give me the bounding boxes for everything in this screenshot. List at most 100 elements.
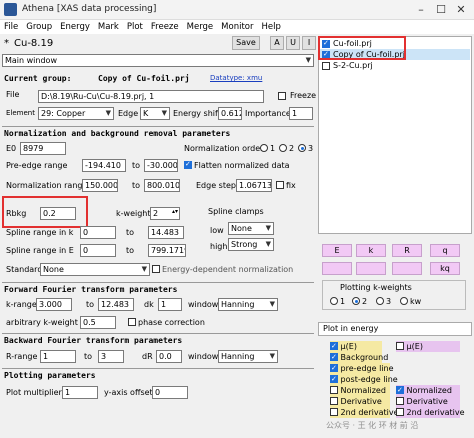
- mu-checkbox[interactable]: [330, 341, 338, 351]
- e0-field[interactable]: 8979: [20, 142, 66, 155]
- high-select[interactable]: Strong ▼: [228, 238, 274, 251]
- project-name: Cu-8.19: [14, 38, 54, 49]
- preedge-to-field[interactable]: -30.000: [144, 159, 178, 172]
- dr-field[interactable]: 0.0: [156, 350, 182, 363]
- preedge-checkbox[interactable]: [330, 363, 338, 373]
- splinek-from-field[interactable]: 0: [80, 226, 116, 239]
- plot-q-button[interactable]: q: [430, 244, 460, 257]
- dr-label: dR: [142, 352, 153, 361]
- rrange-from-field[interactable]: 1: [40, 350, 76, 363]
- menu-file[interactable]: File: [0, 20, 22, 34]
- yoffset-field[interactable]: 0: [152, 386, 188, 399]
- right-mu-checkbox[interactable]: [396, 342, 404, 350]
- plot-mult-field[interactable]: 1: [62, 386, 98, 399]
- save-button[interactable]: Save: [232, 36, 260, 50]
- splinek-label: Spline range in k: [6, 228, 74, 237]
- low-value: None: [231, 224, 252, 233]
- order-radio-3[interactable]: [298, 144, 306, 152]
- normrange-to-field[interactable]: 800.010: [144, 179, 180, 192]
- btn-u[interactable]: U: [286, 36, 300, 50]
- kweights-title: Plotting k-weights: [340, 283, 412, 292]
- krange-from-field[interactable]: 3.000: [36, 298, 72, 311]
- energy-dep-checkbox[interactable]: [152, 265, 160, 273]
- group-item-3[interactable]: S-2-Cu.prj: [333, 61, 373, 70]
- e0-label: E0: [6, 144, 17, 153]
- group-checkbox-3[interactable]: [322, 62, 330, 70]
- divider: [2, 282, 314, 283]
- menu-freeze[interactable]: Freeze: [147, 20, 183, 34]
- kweight-label: k-weight: [116, 209, 151, 218]
- divider: [2, 126, 314, 127]
- plot-blank-button[interactable]: [322, 262, 352, 275]
- freeze-checkbox[interactable]: [278, 92, 286, 100]
- low-select[interactable]: None ▼: [228, 222, 274, 235]
- plot-r-button[interactable]: R: [392, 244, 422, 257]
- preedge-to-label: to: [132, 161, 141, 170]
- plot-kq-button[interactable]: kq: [430, 262, 460, 275]
- plot-mult-label: Plot multiplier: [6, 388, 62, 397]
- menu-group[interactable]: Group: [22, 20, 56, 34]
- close-icon[interactable]: ✕: [452, 2, 470, 18]
- right-derivative-checkbox[interactable]: [396, 397, 404, 405]
- flatten-checkbox[interactable]: [184, 160, 192, 169]
- menu-mark[interactable]: Mark: [94, 20, 123, 34]
- kweight-field[interactable]: 2 ▴▾: [150, 207, 180, 220]
- order-radio-2[interactable]: [279, 144, 287, 152]
- tab-plot-in-energy[interactable]: Plot in energy: [318, 322, 472, 336]
- btn-i[interactable]: I: [302, 36, 316, 50]
- menu-energy[interactable]: Energy: [56, 20, 94, 34]
- plot-k-button[interactable]: k: [356, 244, 386, 257]
- kw-radio-1[interactable]: [330, 297, 338, 305]
- menu-plot[interactable]: Plot: [123, 20, 147, 34]
- plot-blank-button[interactable]: [392, 262, 422, 275]
- kw-radio-3[interactable]: [376, 297, 384, 305]
- normalized-checkbox[interactable]: [330, 386, 338, 394]
- freeze-label: Freeze: [290, 91, 317, 100]
- kw-radio-2[interactable]: [352, 297, 360, 305]
- krange-to-field[interactable]: 12.483: [98, 298, 134, 311]
- energy-shift-field[interactable]: 0.612: [218, 107, 242, 120]
- krange-label: k-range: [6, 300, 37, 309]
- high-value: Strong: [231, 240, 258, 249]
- right-normalized-checkbox[interactable]: [396, 385, 404, 395]
- phase-checkbox[interactable]: [128, 318, 136, 326]
- norm-order-label: Normalization order: [184, 144, 264, 153]
- fft-window-select[interactable]: Hanning ▼: [218, 298, 278, 311]
- maximize-icon[interactable]: ☐: [432, 2, 450, 18]
- bft-window-label: window: [188, 352, 219, 361]
- rbkg-field[interactable]: 0.2: [40, 207, 76, 220]
- menu-help[interactable]: Help: [257, 20, 284, 34]
- importance-field[interactable]: 1: [289, 107, 313, 120]
- datatype-link[interactable]: Datatype: xmu: [210, 74, 262, 82]
- plot-e-button[interactable]: E: [322, 244, 352, 257]
- splinek-to-field[interactable]: 14.483: [148, 226, 184, 239]
- btn-a[interactable]: A: [270, 36, 284, 50]
- rrange-to-field[interactable]: 3: [98, 350, 124, 363]
- right-second-derivative-checkbox[interactable]: [396, 408, 404, 416]
- edgestep-field[interactable]: 1.067132: [236, 179, 272, 192]
- preedge-from-field[interactable]: -194.410: [82, 159, 126, 172]
- derivative-checkbox[interactable]: [330, 397, 338, 405]
- splinee-to-field[interactable]: 799.1719: [148, 244, 186, 257]
- plot-blank-button[interactable]: [356, 262, 386, 275]
- file-field[interactable]: D:\8.19\Ru-Cu\Cu-8.19.prj, 1: [38, 90, 264, 103]
- kw-radio-kw[interactable]: [400, 297, 408, 305]
- order-radio-1[interactable]: [260, 144, 268, 152]
- dk-field[interactable]: 1: [158, 298, 182, 311]
- view-select[interactable]: Main window ▼: [2, 54, 314, 67]
- normrange-from-field[interactable]: 150.000: [82, 179, 118, 192]
- arbk-field[interactable]: 0.5: [80, 316, 116, 329]
- fix-checkbox[interactable]: [276, 181, 284, 189]
- minimize-icon[interactable]: –: [412, 2, 430, 18]
- second-derivative-checkbox[interactable]: [330, 408, 338, 416]
- edge-select[interactable]: K ▼: [140, 107, 170, 120]
- standard-select[interactable]: None ▼: [40, 263, 150, 276]
- postedge-checkbox[interactable]: [330, 374, 338, 384]
- menu-monitor[interactable]: Monitor: [217, 20, 257, 34]
- element-select[interactable]: 29: Copper ▼: [38, 107, 114, 120]
- splinee-from-field[interactable]: 0: [80, 244, 116, 257]
- menu-merge[interactable]: Merge: [183, 20, 218, 34]
- background-checkbox[interactable]: [330, 352, 338, 362]
- bft-window-select[interactable]: Hanning ▼: [218, 350, 278, 363]
- opt-preedge: pre-edge line: [330, 363, 394, 374]
